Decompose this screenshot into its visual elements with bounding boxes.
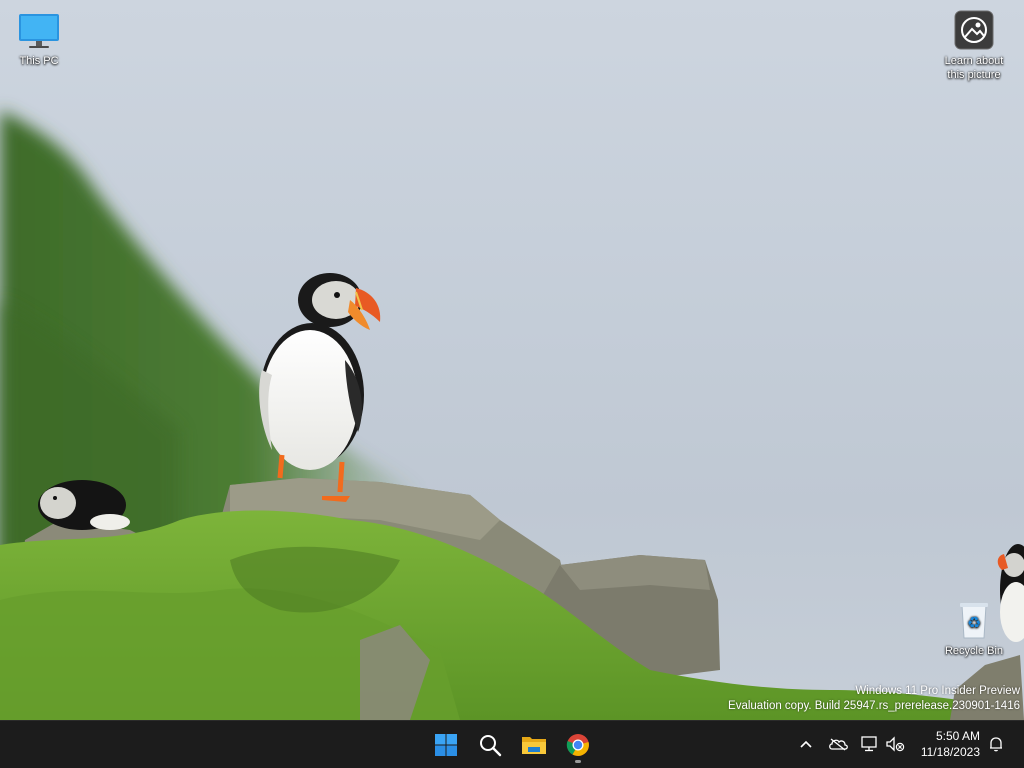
recycle-bin-label: Recycle Bin: [944, 645, 1004, 657]
this-pc-label: This PC: [19, 55, 59, 67]
network-icon: [861, 736, 877, 752]
chrome-icon: [566, 734, 589, 756]
show-hidden-icons-button[interactable]: [793, 731, 819, 757]
learn-about-label-line2: this picture: [947, 69, 1001, 81]
search-button[interactable]: [470, 725, 510, 765]
chevron-up-icon: [800, 740, 812, 748]
clock-date: 11/18/2023: [920, 745, 980, 759]
desktop[interactable]: This PC Learn about this picture ♻ Recyc…: [0, 0, 1024, 720]
learn-about-label-line1: Learn about: [944, 55, 1004, 67]
watermark-line2: Evaluation copy. Build 25947.rs_prerelea…: [728, 700, 1020, 712]
notifications-button[interactable]: [983, 731, 1009, 757]
start-button[interactable]: [426, 725, 466, 765]
bell-icon: [990, 737, 1002, 752]
google-chrome-button[interactable]: [558, 725, 598, 765]
windows-evaluation-watermark: Windows 11 Pro Insider Preview Evaluatio…: [728, 684, 1020, 714]
running-indicator: [575, 760, 581, 763]
learn-about-this-picture-label: Learn about this picture: [945, 54, 1004, 82]
svg-text:♻: ♻: [967, 613, 981, 632]
wallpaper-image: [0, 110, 1024, 720]
onedrive-tray-button[interactable]: [825, 731, 851, 757]
folder-icon: [522, 737, 546, 754]
clock-time: 5:50 AM: [935, 729, 980, 743]
cloud-offline-icon: [829, 738, 848, 751]
taskbar: 5:50 AM 11/18/2023: [0, 720, 1024, 768]
network-tray-button[interactable]: [857, 731, 883, 757]
search-icon: [480, 735, 502, 757]
recycle-bin-icon: ♻: [952, 598, 996, 642]
windows-logo-icon: [435, 734, 457, 756]
taskbar-clock[interactable]: 5:50 AM 11/18/2023: [900, 728, 980, 760]
learn-about-this-picture-desktop-icon[interactable]: Learn about this picture: [936, 8, 1012, 82]
this-pc-desktop-icon[interactable]: This PC: [1, 8, 77, 68]
file-explorer-button[interactable]: [514, 725, 554, 765]
recycle-bin-desktop-icon[interactable]: ♻ Recycle Bin: [936, 598, 1012, 658]
camera-icon: [952, 8, 996, 52]
monitor-icon: [17, 8, 61, 52]
watermark-line1: Windows 11 Pro Insider Preview: [855, 685, 1020, 697]
